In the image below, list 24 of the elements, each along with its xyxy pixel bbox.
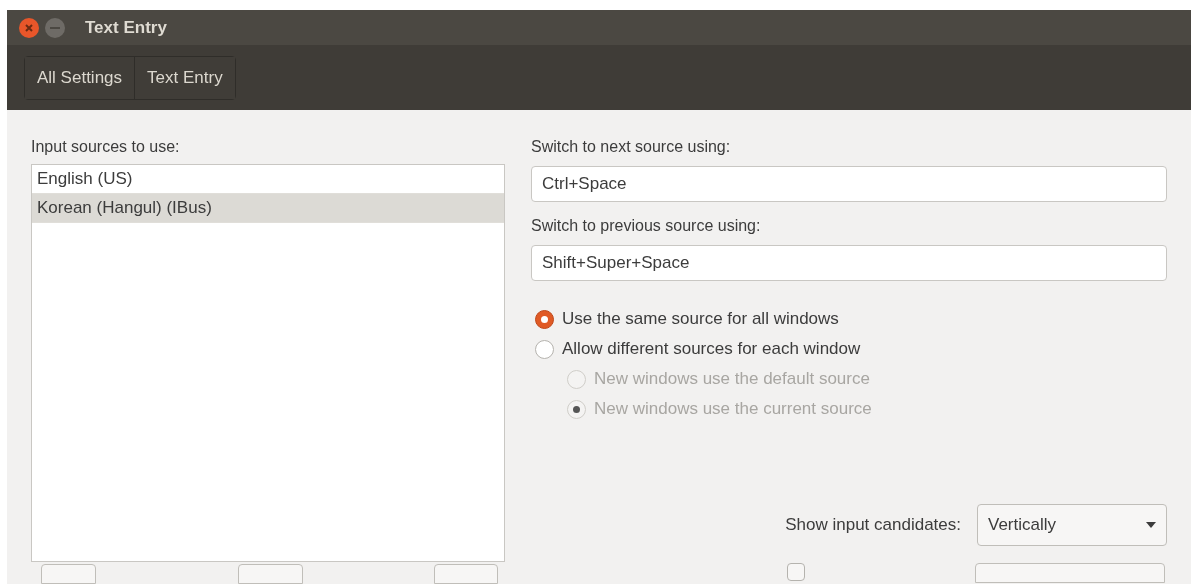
radio-label: New windows use the current source [594,398,872,421]
candidates-label: Show input candidates: [785,514,961,537]
radio-label: Use the same source for all windows [562,308,839,331]
close-icon[interactable] [19,17,39,38]
radio-button[interactable] [535,339,554,359]
shortcut-field[interactable]: Ctrl+Space [531,166,1167,202]
settings-button[interactable] [434,564,498,584]
list-item[interactable]: Korean (Hangul) (IBus) [32,194,504,223]
section-label: Input sources to use: [31,137,181,157]
radio-button[interactable] [535,309,554,329]
candidates-dropdown[interactable]: Vertically [977,504,1167,546]
dropdown[interactable] [975,563,1165,583]
radio-label: Allow different sources for each window [562,338,861,361]
field-label: Switch to next source using: [531,137,732,157]
caret-icon [1146,522,1156,528]
move-button[interactable] [238,564,303,584]
field-label: Switch to previous source using: [531,216,762,236]
breadcrumb-button[interactable]: Text Entry [134,56,235,99]
checkbox[interactable] [787,563,805,581]
window-title: Text Entry [85,16,167,39]
radio-label: New windows use the default source [594,368,870,391]
add-button[interactable] [41,564,96,584]
minimize-icon[interactable] [45,17,65,38]
shortcut-field[interactable]: Shift+Super+Space [531,245,1167,281]
